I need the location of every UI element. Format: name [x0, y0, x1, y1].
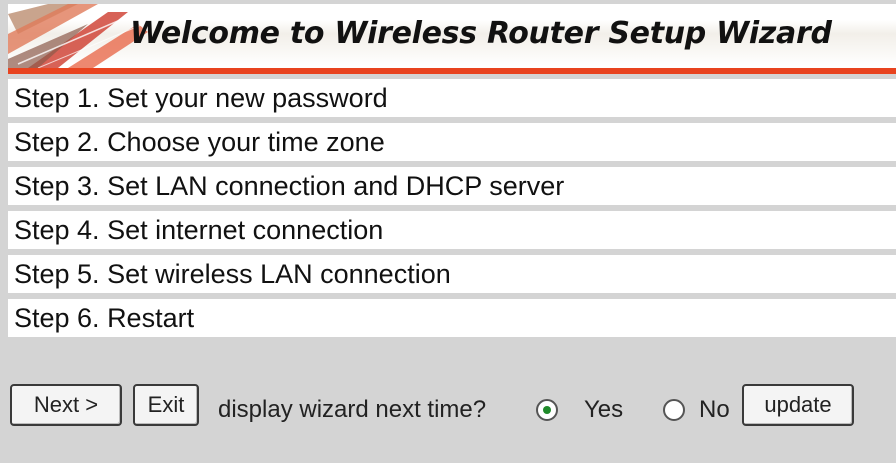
steps-list: Step 1. Set your new password Step 2. Ch…	[8, 79, 896, 343]
step-6: Step 6. Restart	[8, 299, 896, 337]
yes-label: Yes	[584, 396, 624, 423]
next-button[interactable]: Next >	[10, 384, 122, 426]
no-label: No	[699, 396, 730, 423]
exit-button[interactable]: Exit	[133, 384, 199, 426]
update-button[interactable]: update	[742, 384, 854, 426]
step-2: Step 2. Choose your time zone	[8, 123, 896, 161]
step-5: Step 5. Set wireless LAN connection	[8, 255, 896, 293]
yes-radio[interactable]	[536, 399, 558, 421]
wizard-header: Welcome to Wireless Router Setup Wizard	[8, 4, 896, 74]
display-wizard-question: display wizard next time?	[218, 396, 487, 423]
page-title: Welcome to Wireless Router Setup Wizard	[130, 16, 832, 51]
step-3: Step 3. Set LAN connection and DHCP serv…	[8, 167, 896, 205]
step-1: Step 1. Set your new password	[8, 79, 896, 117]
no-radio[interactable]	[663, 399, 685, 421]
step-4: Step 4. Set internet connection	[8, 211, 896, 249]
